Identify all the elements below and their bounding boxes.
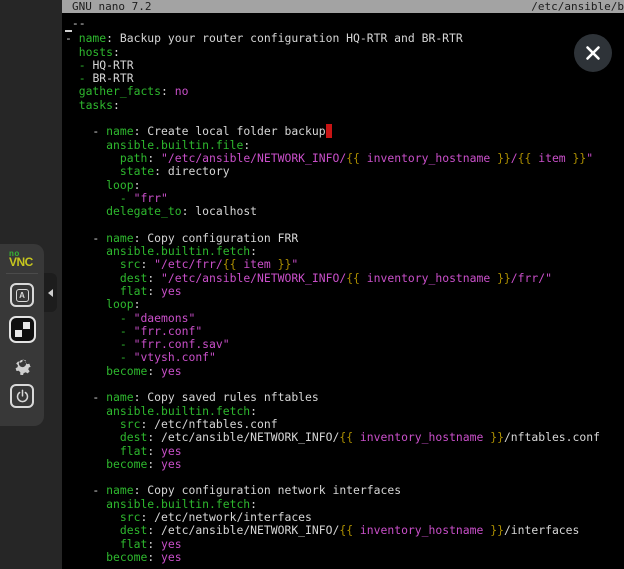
panel-collapse-handle[interactable]: [44, 273, 57, 312]
keyboard-key-a-icon: A: [10, 283, 34, 307]
fullscreen-button[interactable]: [9, 316, 36, 343]
code-line: - "daemons": [65, 312, 624, 325]
nano-file-path: /etc/ansible/b: [531, 0, 624, 13]
novnc-logo: no VNC: [9, 250, 35, 268]
nano-edit-area[interactable]: ---- name: Backup your router configurat…: [62, 13, 624, 564]
code-line: ansible.builtin.fetch:: [65, 245, 624, 258]
gear-icon: [11, 352, 34, 375]
power-icon: [10, 384, 34, 408]
novnc-control-panel: no VNC A: [0, 244, 44, 426]
code-line: path: "/etc/ansible/NETWORK_INFO/{{ inve…: [65, 152, 624, 165]
code-line: - HQ-RTR: [65, 59, 624, 72]
nano-app-title: GNU nano 7.2: [72, 0, 151, 13]
code-line: state: directory: [65, 165, 624, 178]
code-line: ansible.builtin.fetch:: [65, 498, 624, 511]
code-line: [65, 378, 624, 391]
code-line: - name: Create local folder backup: [65, 125, 624, 138]
code-line: - "frr": [65, 192, 624, 205]
code-line: [65, 218, 624, 231]
code-line: loop:: [65, 298, 624, 311]
code-line: hosts:: [65, 46, 624, 59]
code-line: flat: yes: [65, 538, 624, 551]
novnc-logo-bottom: VNC: [9, 257, 35, 268]
code-line: become: yes: [65, 365, 624, 378]
code-line: delegate_to: localhost: [65, 205, 624, 218]
code-line: dest: /etc/ansible/NETWORK_INFO/{{ inven…: [65, 524, 624, 537]
code-line: - "frr.conf.sav": [65, 338, 624, 351]
code-line: flat: yes: [65, 285, 624, 298]
code-line: ansible.builtin.file:: [65, 139, 624, 152]
code-line: src: /etc/network/interfaces: [65, 511, 624, 524]
code-line: ---: [65, 17, 624, 32]
vnc-viewer-screen: GNU nano 7.2 /etc/ansible/b ---- name: B…: [0, 0, 624, 569]
code-line: become: yes: [65, 551, 624, 564]
close-icon: [585, 45, 601, 61]
code-line: gather_facts: no: [65, 85, 624, 98]
code-line: - "vtysh.conf": [65, 351, 624, 364]
code-line: - BR-RTR: [65, 72, 624, 85]
code-line: ansible.builtin.fetch:: [65, 405, 624, 418]
fullscreen-expand-icon: [9, 316, 36, 343]
code-line: [65, 112, 624, 125]
power-button[interactable]: [10, 384, 34, 408]
code-line: - name: Copy saved rules nftables: [65, 391, 624, 404]
code-line: - name: Copy configuration network inter…: [65, 484, 624, 497]
code-line: become: yes: [65, 458, 624, 471]
nano-titlebar: GNU nano 7.2 /etc/ansible/b: [62, 0, 624, 13]
terminal-window[interactable]: GNU nano 7.2 /etc/ansible/b ---- name: B…: [62, 0, 624, 569]
code-line: loop:: [65, 179, 624, 192]
code-line: dest: /etc/ansible/NETWORK_INFO/{{ inven…: [65, 431, 624, 444]
panel-divider: [6, 273, 38, 274]
code-line: [65, 471, 624, 484]
code-line: flat: yes: [65, 445, 624, 458]
extra-keys-button[interactable]: A: [10, 283, 34, 307]
code-line: src: "/etc/frr/{{ item }}": [65, 258, 624, 271]
settings-button[interactable]: [11, 352, 34, 375]
code-line: src: /etc/nftables.conf: [65, 418, 624, 431]
code-line: - name: Copy configuration FRR: [65, 232, 624, 245]
close-button[interactable]: [574, 34, 612, 72]
collapse-left-arrow-icon: [48, 289, 53, 297]
code-line: - "frr.conf": [65, 325, 624, 338]
code-line: dest: "/etc/ansible/NETWORK_INFO/{{ inve…: [65, 272, 624, 285]
code-line: tasks:: [65, 99, 624, 112]
code-line: - name: Backup your router configuration…: [65, 32, 624, 45]
